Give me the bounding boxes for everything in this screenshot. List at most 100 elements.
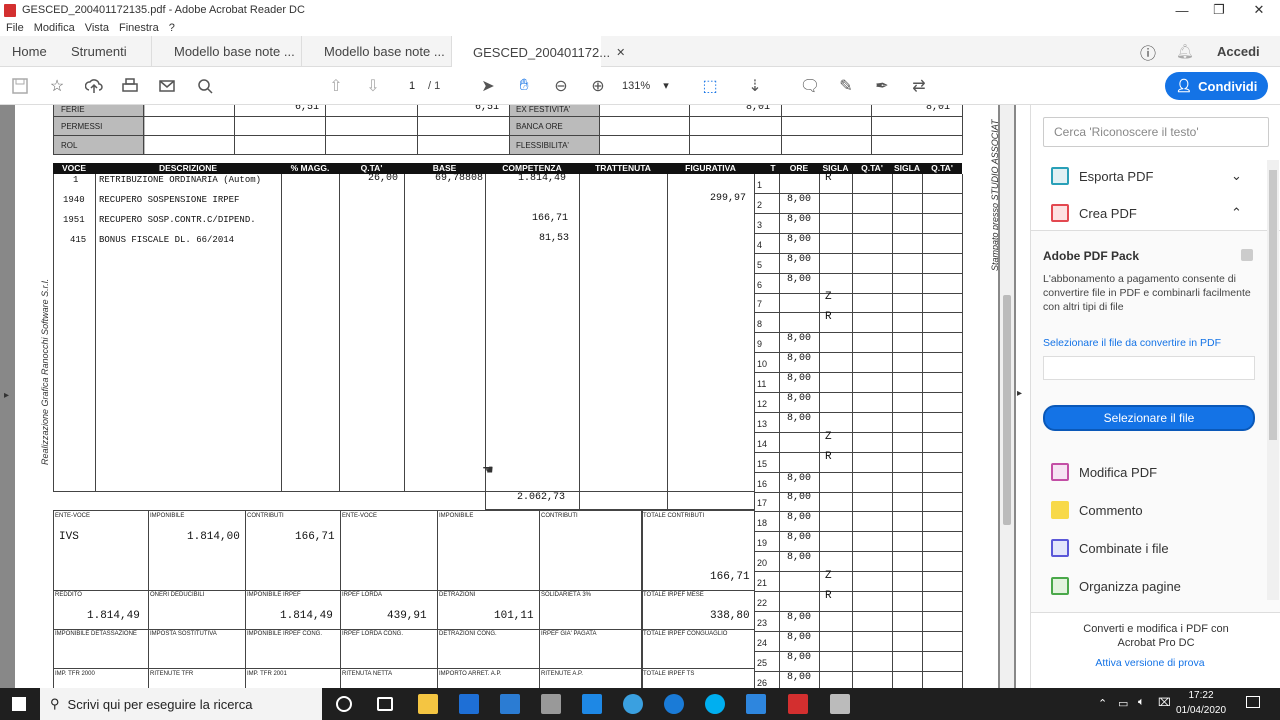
menu-help[interactable]: ? — [169, 22, 175, 34]
star-icon[interactable]: ☆ — [47, 76, 67, 96]
day-number: 11 — [757, 379, 767, 389]
maximize-button[interactable]: ❐ — [1199, 0, 1239, 20]
acrobat-taskbar-icon[interactable] — [788, 694, 808, 714]
minimize-button[interactable]: — — [1162, 0, 1202, 20]
fit-page-icon[interactable]: ⬚ — [700, 76, 720, 96]
day-number: 22 — [757, 598, 768, 608]
tools-search-input[interactable]: Cerca 'Riconoscere il testo' — [1043, 117, 1269, 147]
app-icon[interactable] — [541, 694, 561, 714]
tab-home[interactable]: Home — [12, 36, 47, 67]
day-row-line — [754, 611, 962, 612]
day-row-line — [754, 213, 962, 214]
day-hours: 8,00 — [787, 473, 812, 484]
label-detrazioni: DETRAZIONI — [439, 592, 476, 598]
tray-chevron-icon[interactable]: ⌃ — [1098, 697, 1107, 710]
print-icon[interactable] — [120, 76, 140, 96]
item-qta: 26,00 — [368, 173, 399, 184]
skype-icon[interactable] — [705, 694, 725, 714]
scroll-mode-icon[interactable]: ⇣ — [745, 76, 765, 96]
comment-label: Commento — [1079, 502, 1143, 518]
zoom-in-icon[interactable]: ⊕ — [588, 76, 608, 96]
fill-sign-icon[interactable]: ⇄ — [909, 76, 929, 96]
prev-page-icon[interactable]: ⇧ — [326, 76, 346, 96]
mail-app-icon[interactable] — [459, 694, 479, 714]
col-ore: ORE — [779, 163, 819, 174]
edge-icon[interactable] — [664, 694, 684, 714]
close-tab-icon[interactable]: ✕ — [616, 46, 625, 59]
scroll-thumb[interactable] — [1003, 295, 1011, 525]
hand-tool-icon[interactable]: ✋︎ — [514, 76, 534, 96]
tab-tools[interactable]: Strumenti — [71, 36, 127, 67]
clock-date[interactable]: 01/04/2020 — [1175, 705, 1227, 716]
pdf-page: FERIE 6,51 6,51 EX FESTIVITA' 8,01 8,01 … — [15, 105, 998, 688]
cortana-icon[interactable] — [336, 696, 352, 712]
leave-ferie-v1: 6,51 — [295, 105, 320, 113]
create-pdf-label: Crea PDF — [1079, 205, 1137, 221]
create-pdf-item[interactable]: Crea PDF ⌃ — [1051, 204, 1242, 222]
panel-scrollbar[interactable] — [1267, 160, 1279, 600]
label-r3: IMPONIBILE IRPEF CONG. — [247, 631, 323, 637]
trial-link[interactable]: Attiva versione di prova — [1031, 657, 1269, 669]
app-triangle-icon[interactable] — [623, 694, 643, 714]
file-explorer-icon[interactable] — [418, 694, 438, 714]
tab-doc-1[interactable]: Modello base note ... — [151, 36, 301, 67]
left-panel-toggle-icon[interactable]: ▸ — [4, 390, 9, 401]
label-r4: IMP. TFR 2000 — [55, 671, 95, 677]
combine-files-item[interactable]: Combinate i file — [1051, 539, 1169, 557]
upload-cloud-icon[interactable] — [84, 76, 104, 96]
day-row-line — [754, 253, 962, 254]
taskbar-search[interactable]: ⚲ Scrivi qui per eseguire la ricerca — [40, 688, 322, 720]
signin-link[interactable]: Accedi — [1217, 36, 1260, 67]
notifications-icon[interactable]: 🔔︎ — [1176, 36, 1194, 67]
menu-finestra[interactable]: Finestra — [119, 22, 159, 34]
comment-icon[interactable]: 🗨︎ — [800, 76, 820, 96]
battery-icon[interactable]: ▭ — [1118, 697, 1128, 710]
label-r4: RITENUTA NETTA — [342, 671, 393, 677]
menu-modifica[interactable]: Modifica — [34, 22, 75, 34]
remote-app-icon[interactable] — [582, 694, 602, 714]
tab-doc-2[interactable]: Modello base note ... — [301, 36, 451, 67]
day-row-line — [754, 312, 962, 313]
organize-pages-item[interactable]: Organizza pagine — [1051, 577, 1181, 595]
menu-bar: File Modifica Vista Finestra ? — [0, 20, 1280, 36]
panel-scroll-thumb[interactable] — [1269, 170, 1277, 440]
task-view-icon[interactable] — [377, 697, 393, 711]
zoom-select[interactable]: 131% ▾ — [622, 79, 682, 92]
help-icon[interactable]: ⓘ — [1140, 36, 1156, 67]
close-button[interactable]: ✕ — [1239, 0, 1279, 20]
network-icon[interactable]: ⌧ — [1158, 696, 1171, 709]
clock-time[interactable]: 17:22 — [1175, 690, 1227, 701]
right-panel-toggle-icon[interactable]: ▸ — [1017, 388, 1022, 399]
document-area[interactable]: ▸ FERIE 6,51 6,51 EX FESTIVITA' 8,01 8,0… — [0, 105, 1016, 688]
sign-icon[interactable]: ✒ — [872, 76, 892, 96]
mail-icon[interactable] — [157, 76, 177, 96]
day-row-line — [754, 511, 962, 512]
app-window-icon[interactable] — [830, 694, 850, 714]
menu-vista[interactable]: Vista — [85, 22, 109, 34]
page-number-input[interactable]: 1 — [397, 76, 427, 96]
share-button[interactable]: 👤︎ Condividi — [1165, 72, 1268, 100]
export-pdf-item[interactable]: Esporta PDF ⌄ — [1051, 167, 1242, 185]
outlook-icon[interactable] — [500, 694, 520, 714]
windows-start-icon[interactable] — [12, 697, 26, 711]
file-drop-field[interactable] — [1043, 356, 1255, 380]
search-icon[interactable] — [195, 76, 215, 96]
save-icon[interactable] — [10, 76, 30, 96]
menu-file[interactable]: File — [6, 22, 24, 34]
select-file-button[interactable]: Selezionare il file — [1043, 405, 1255, 431]
action-center-icon[interactable] — [1246, 696, 1260, 708]
edit-pdf-item[interactable]: Modifica PDF — [1051, 463, 1157, 481]
comment-item[interactable]: Commento — [1051, 501, 1143, 519]
label-tot-irpef: TOTALE IRPEF MESE — [643, 592, 704, 598]
zoom-out-icon[interactable]: ⊖ — [551, 76, 571, 96]
day-sigla: Z — [825, 291, 832, 303]
video-app-icon[interactable] — [746, 694, 766, 714]
tab-doc-active[interactable]: GESCED_200401172... ✕ — [451, 36, 625, 68]
volume-icon[interactable]: 🔈︎ — [1138, 696, 1145, 709]
vertical-scrollbar[interactable] — [1000, 105, 1014, 688]
label-imp2: IMPONIBILE — [439, 513, 474, 519]
select-cursor-icon[interactable]: ➤ — [478, 76, 498, 96]
next-page-icon[interactable]: ⇩ — [363, 76, 383, 96]
highlight-pen-icon[interactable]: ✎ — [836, 76, 856, 96]
day-hours: 8,00 — [787, 274, 812, 285]
